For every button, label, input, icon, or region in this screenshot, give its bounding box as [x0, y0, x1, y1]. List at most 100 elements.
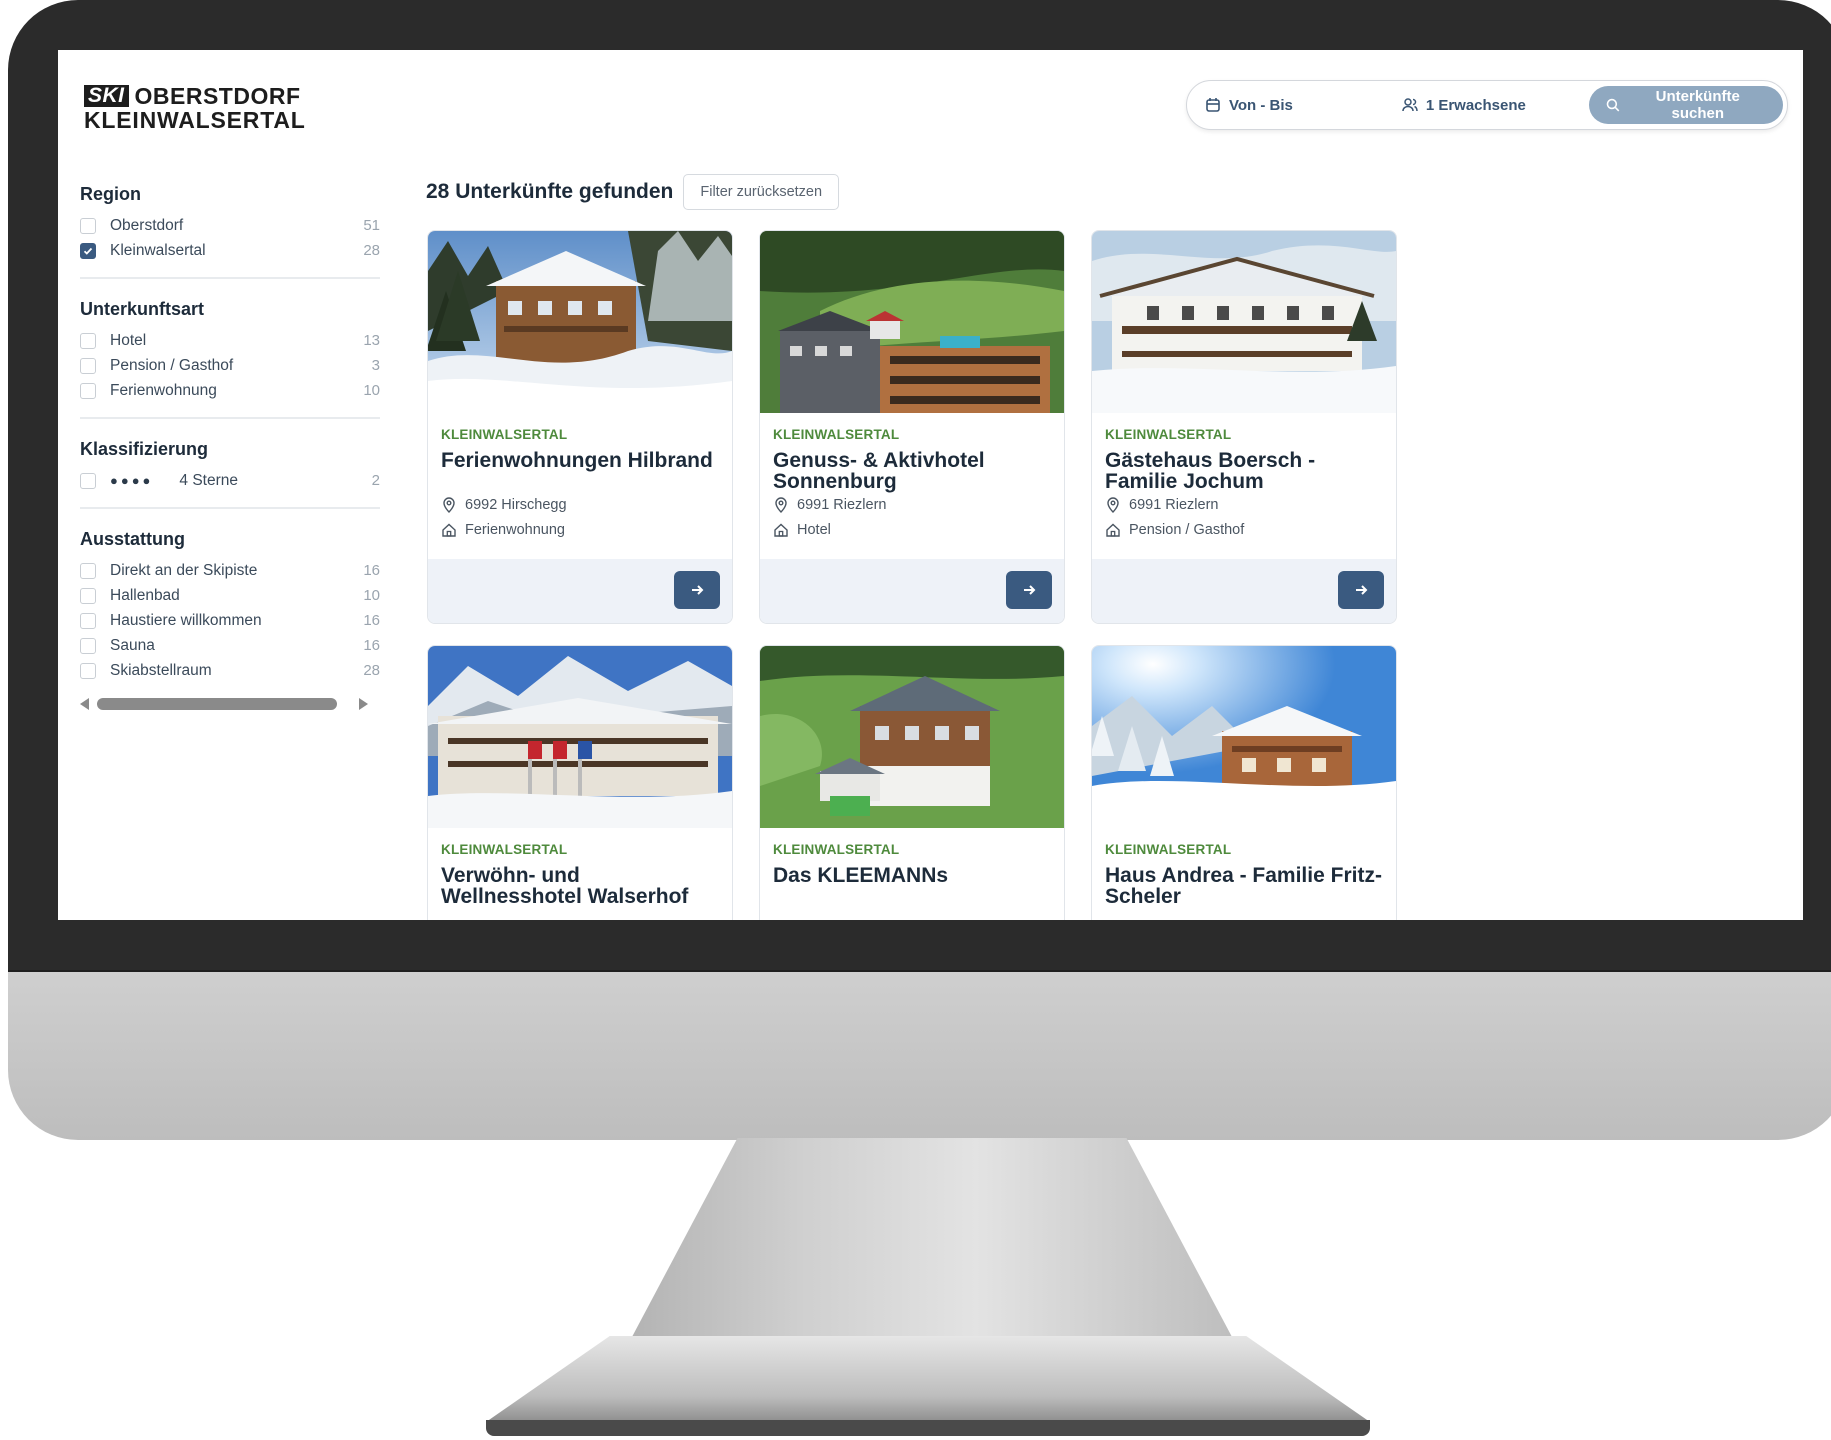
house-icon	[1106, 523, 1120, 537]
site-logo[interactable]: SKI OBERSTDORF KLEINWALSERTAL	[84, 84, 306, 132]
card-open-button[interactable]	[1338, 571, 1384, 609]
filter-option-hotel[interactable]: Hotel 13	[80, 328, 380, 353]
filter-option-pets[interactable]: Haustiere willkommen 16	[80, 608, 380, 633]
card-location: 6991 Riezlern	[773, 492, 1051, 517]
checkbox[interactable]	[80, 662, 96, 679]
filter-group-classification: Klassifizierung ●●●● 4 Sterne 2	[80, 435, 380, 509]
filter-option-count: 3	[371, 357, 380, 374]
card-footer	[760, 559, 1064, 623]
guesthouse-winter-photo	[1092, 231, 1396, 413]
chalet-snow-photo	[428, 231, 732, 413]
reset-filters-button[interactable]: Filter zurücksetzen	[683, 174, 840, 210]
checkbox[interactable]	[80, 612, 96, 629]
filter-option-label: Pension / Gasthof	[110, 356, 234, 374]
accommodation-card[interactable]: KLEINWALSERTAL Ferienwohnungen Hilbrand …	[427, 230, 733, 624]
filter-option-label: Hotel	[110, 331, 147, 349]
card-location-text: 6991 Riezlern	[797, 496, 887, 513]
accommodation-card[interactable]: KLEINWALSERTAL Haus Andrea - Familie Fri…	[1091, 645, 1397, 920]
filter-option-label: Direkt an der Skipiste	[110, 561, 258, 579]
card-title[interactable]: Gästehaus Boersch - Familie Jochum	[1105, 450, 1383, 492]
filter-option-label: Ferienwohnung	[110, 381, 217, 399]
card-location-text: 6992 Hirschegg	[465, 496, 567, 513]
filter-option-count: 16	[363, 612, 380, 629]
checkbox[interactable]	[80, 332, 96, 349]
logo-line2: KLEINWALSERTAL	[84, 107, 306, 133]
checkbox-checked[interactable]	[80, 242, 96, 259]
accommodation-photo[interactable]	[428, 646, 732, 828]
checkbox[interactable]	[80, 472, 96, 489]
filter-option-4-stars[interactable]: ●●●● 4 Sterne 2	[80, 468, 380, 493]
search-button-label: Unterkünfte suchen	[1655, 88, 1740, 122]
filter-option-ski-storage[interactable]: Skiabstellraum 28	[80, 658, 380, 683]
card-type-text: Ferienwohnung	[465, 521, 565, 538]
search-icon	[1606, 98, 1620, 112]
accommodation-photo[interactable]	[760, 231, 1064, 413]
accommodation-card[interactable]: KLEINWALSERTAL Das KLEEMANNs	[759, 645, 1065, 920]
date-range-field[interactable]: Von - Bis	[1205, 97, 1402, 114]
accommodation-photo[interactable]	[1092, 231, 1396, 413]
filter-group-title: Klassifizierung	[80, 439, 209, 459]
checkbox[interactable]	[80, 562, 96, 579]
calendar-icon	[1206, 98, 1220, 112]
accommodation-card[interactable]: KLEINWALSERTAL Genuss- & Aktivhotel Sonn…	[759, 230, 1065, 624]
location-pin-icon	[443, 496, 455, 513]
filter-option-count: 28	[363, 662, 380, 679]
filter-group-title: Ausstattung	[80, 529, 185, 549]
card-footer	[428, 559, 732, 623]
wooden-chalet-snow-photo	[1092, 646, 1396, 828]
arrow-right-icon	[1024, 585, 1036, 595]
scroll-left-icon[interactable]	[80, 698, 89, 710]
arrow-right-icon	[1356, 585, 1368, 595]
logo-badge: SKI	[84, 85, 129, 107]
filter-option-ski-slope[interactable]: Direkt an der Skipiste 16	[80, 558, 380, 583]
filter-option-pension[interactable]: Pension / Gasthof 3	[80, 353, 380, 378]
guests-field[interactable]: 1 Erwachsene	[1402, 97, 1589, 114]
results-header: 28 Unterkünfte gefunden Filter zurückset…	[426, 174, 840, 210]
filter-option-count: 2	[371, 472, 380, 489]
filter-option-label: Haustiere willkommen	[110, 611, 262, 629]
checkbox[interactable]	[80, 382, 96, 399]
location-pin-icon	[1107, 496, 1119, 513]
filter-group-amenities: Ausstattung Direkt an der Skipiste 16 Ha…	[80, 525, 380, 697]
accommodation-card[interactable]: KLEINWALSERTAL Gästehaus Boersch - Famil…	[1091, 230, 1397, 624]
screen: SKI OBERSTDORF KLEINWALSERTAL Von - Bis …	[58, 50, 1803, 920]
sidebar-horizontal-scrollbar[interactable]	[80, 693, 380, 715]
filter-option-kleinwalsertal[interactable]: Kleinwalsertal 28	[80, 238, 380, 263]
card-title[interactable]: Das KLEEMANNs	[773, 865, 1051, 886]
filter-option-oberstdorf[interactable]: Oberstdorf 51	[80, 213, 380, 238]
card-open-button[interactable]	[1006, 571, 1052, 609]
checkbox[interactable]	[80, 637, 96, 654]
filter-option-sauna[interactable]: Sauna 16	[80, 633, 380, 658]
search-accommodations-button[interactable]: Unterkünfte suchen	[1588, 86, 1784, 124]
card-type: Ferienwohnung	[441, 517, 719, 542]
accommodation-card[interactable]: KLEINWALSERTAL Verwöhn- und Wellnesshote…	[427, 645, 733, 920]
house-icon	[442, 523, 456, 537]
card-type: Pension / Gasthof	[1105, 517, 1383, 542]
checkbox[interactable]	[80, 587, 96, 604]
filter-group-title: Region	[80, 184, 141, 204]
filter-option-indoor-pool[interactable]: Hallenbad 10	[80, 583, 380, 608]
filter-option-count: 13	[363, 332, 380, 349]
filter-group-title: Unterkunftsart	[80, 299, 205, 319]
card-region: KLEINWALSERTAL	[441, 842, 568, 857]
filter-option-label: Kleinwalsertal	[110, 241, 206, 259]
monitor-chin	[8, 970, 1831, 1140]
accommodation-photo[interactable]	[428, 231, 732, 413]
filter-option-count: 10	[363, 382, 380, 399]
location-pin-icon	[775, 496, 787, 513]
scrollbar-thumb[interactable]	[97, 698, 337, 710]
scroll-right-icon[interactable]	[359, 698, 368, 710]
filter-option-ferienwohnung[interactable]: Ferienwohnung 10	[80, 378, 380, 403]
card-title[interactable]: Verwöhn- und Wellnesshotel Walserhof	[441, 865, 719, 907]
guests-label: 1 Erwachsene	[1425, 96, 1526, 114]
accommodation-photo[interactable]	[760, 646, 1064, 828]
card-title[interactable]: Ferienwohnungen Hilbrand	[441, 450, 719, 471]
card-title[interactable]: Genuss- & Aktivhotel Sonnenburg	[773, 450, 1051, 492]
card-open-button[interactable]	[674, 571, 720, 609]
arrow-right-icon	[692, 585, 704, 595]
checkbox[interactable]	[80, 357, 96, 374]
checkbox[interactable]	[80, 217, 96, 234]
card-title[interactable]: Haus Andrea - Familie Fritz-Scheler	[1105, 865, 1383, 907]
accommodation-photo[interactable]	[1092, 646, 1396, 828]
card-location: 6992 Hirschegg	[441, 492, 719, 517]
